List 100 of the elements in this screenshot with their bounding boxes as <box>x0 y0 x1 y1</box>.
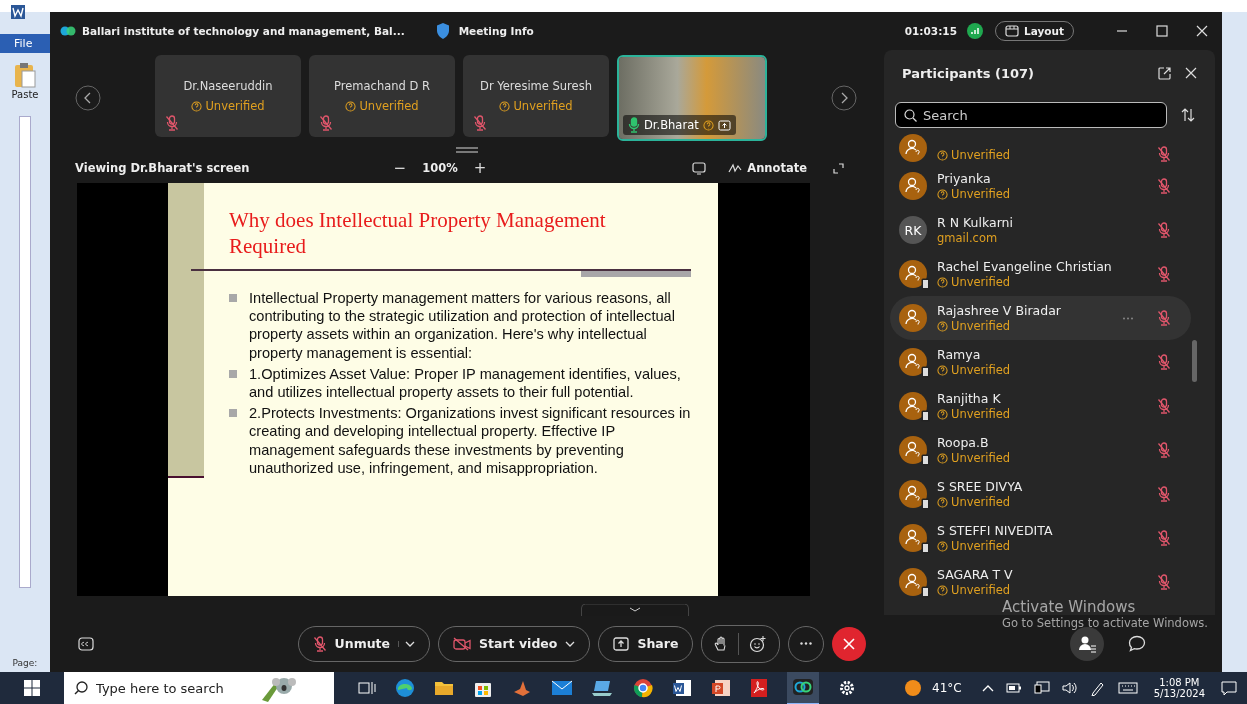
bullet-square-icon <box>229 369 237 378</box>
mail-icon[interactable] <box>551 680 573 696</box>
participant-tile[interactable]: Dr Yeresime Suresh Unverified <box>463 55 609 137</box>
participant-row[interactable]: Priyanka Unverified <box>890 164 1191 208</box>
close-icon[interactable] <box>1196 25 1208 37</box>
question-icon <box>937 276 948 288</box>
browser-icon[interactable] <box>395 678 415 698</box>
layout-icon <box>1005 25 1019 37</box>
question-icon <box>937 364 948 376</box>
close-icon <box>843 637 856 650</box>
captions-icon[interactable] <box>78 636 94 651</box>
participant-name: Dr Yeresime Suresh <box>480 79 592 93</box>
activation-title: Activate Windows <box>1002 598 1137 616</box>
participant-row[interactable]: S SREE DIVYA Unverified <box>890 472 1191 516</box>
word-icon[interactable] <box>672 678 692 698</box>
network-icon[interactable] <box>1033 681 1050 695</box>
meeting-info-button[interactable]: Meeting Info <box>428 21 540 41</box>
meeting-title: Ballari institute of technology and management, Bal... <box>82 25 405 37</box>
question-icon <box>345 100 357 112</box>
file-tab[interactable]: File <box>0 34 50 53</box>
annotate-button[interactable]: Annotate <box>722 160 813 176</box>
participant-row[interactable]: Ranjitha K Unverified <box>890 384 1191 428</box>
participant-name: Dr.Naseeruddin <box>183 79 273 93</box>
clock-time: 1:08 PM <box>1159 677 1200 688</box>
settings-icon[interactable] <box>838 679 856 697</box>
emoji-add-icon[interactable] <box>749 634 768 653</box>
chat-icon[interactable] <box>1128 635 1146 652</box>
webex-app-icon[interactable] <box>787 671 819 704</box>
pen-icon[interactable] <box>1089 680 1106 696</box>
page-indicator: Page: <box>12 658 38 668</box>
participant-row[interactable]: RK R N Kulkarni gmail.com <box>890 208 1191 252</box>
participant-tile[interactable]: Dr.Naseeruddin Unverified <box>155 55 301 137</box>
unmute-button[interactable]: Unmute <box>297 625 431 662</box>
chevron-up-icon[interactable] <box>981 684 994 692</box>
status-label: Unverified <box>951 187 1011 201</box>
drag-handle-icon[interactable] <box>456 147 478 153</box>
participant-name: Dr.Bharat <box>644 118 699 132</box>
monitor-icon[interactable] <box>692 161 707 175</box>
paste-button[interactable]: Paste <box>11 61 39 100</box>
folder-icon[interactable] <box>434 679 454 697</box>
status-label: Unverified <box>951 583 1011 597</box>
speaker-icon[interactable] <box>1061 681 1078 695</box>
video-off-icon <box>453 636 472 651</box>
participant-name: R N Kulkarni <box>937 215 1014 230</box>
participant-row[interactable]: Rajashree V Biradar Unverified <box>890 296 1191 340</box>
participant-name: Ramya <box>937 347 982 362</box>
zoom-in-button[interactable]: + <box>467 159 493 177</box>
start-video-button[interactable]: Start video <box>438 625 591 662</box>
participant-tile[interactable]: Premachand D R Unverified <box>309 55 455 137</box>
more-button[interactable] <box>788 625 825 662</box>
share-screen-icon <box>613 636 630 651</box>
expand-icon[interactable] <box>833 162 844 174</box>
notification-icon[interactable] <box>1221 680 1237 696</box>
bullet-square-icon <box>229 409 237 418</box>
question-icon <box>191 100 203 112</box>
task-view-icon[interactable] <box>358 680 376 696</box>
leave-button[interactable] <box>832 626 867 661</box>
status-label: Unverified <box>951 451 1011 465</box>
status-label: Unverified <box>513 99 573 113</box>
pen-scribble-icon <box>728 163 743 173</box>
temperature-label: 41°C <box>932 681 962 695</box>
question-icon <box>937 149 948 161</box>
battery-icon[interactable] <box>1005 683 1022 693</box>
windows-start-icon[interactable] <box>24 680 40 696</box>
status-label: Unverified <box>205 99 265 113</box>
pdf-icon[interactable] <box>750 678 768 698</box>
taskbar-search-field[interactable]: Type here to search <box>64 672 334 704</box>
keyboard-icon[interactable] <box>1117 682 1138 694</box>
status-label: Unverified <box>951 495 1011 509</box>
share-button[interactable]: Share <box>598 625 694 662</box>
bullet-text: 1.Optimizes Asset Value: Proper IP management identifies, values, and utilizes intellectual property assets to their full potential. <box>249 364 682 402</box>
question-icon <box>937 496 948 508</box>
participant-row[interactable]: Roopa.B Unverified <box>890 428 1191 472</box>
sort-icon[interactable] <box>1181 108 1195 122</box>
search-field[interactable]: Search <box>895 102 1167 128</box>
avatar-icon <box>899 524 927 552</box>
chrome-icon[interactable] <box>633 678 653 698</box>
participant-name: Ranjitha K <box>937 391 1002 406</box>
participant-row[interactable]: Ramya Unverified <box>890 340 1191 384</box>
clock-date: 5/13/2024 <box>1153 688 1205 699</box>
video-tile[interactable]: Dr.Bharat <box>617 55 767 141</box>
status-label: Unverified <box>951 539 1011 553</box>
more-options-icon[interactable] <box>1123 316 1133 320</box>
maximize-icon[interactable] <box>1156 25 1168 37</box>
participant-row[interactable]: Rachel Evangeline Christian Unverified <box>890 252 1191 296</box>
initials-avatar: RK <box>899 216 927 244</box>
participant-row[interactable]: S STEFFI NIVEDITA Unverified <box>890 516 1191 560</box>
word-logo-icon <box>10 4 26 20</box>
status-label: Unverified <box>951 275 1011 289</box>
scrollbar-thumb[interactable] <box>1192 340 1197 382</box>
participant-row[interactable]: Unverified <box>890 138 1191 164</box>
pop-out-icon[interactable] <box>1158 66 1171 80</box>
laptop-icon[interactable] <box>592 679 614 697</box>
zoom-out-button[interactable]: − <box>387 159 413 177</box>
status-label: Unverified <box>951 363 1011 377</box>
close-icon[interactable] <box>1185 67 1197 79</box>
weather-sun-icon[interactable] <box>904 679 923 697</box>
status-label: Unverified <box>951 319 1011 333</box>
status-label: Unverified <box>951 148 1011 162</box>
powerpoint-icon[interactable] <box>711 678 731 698</box>
